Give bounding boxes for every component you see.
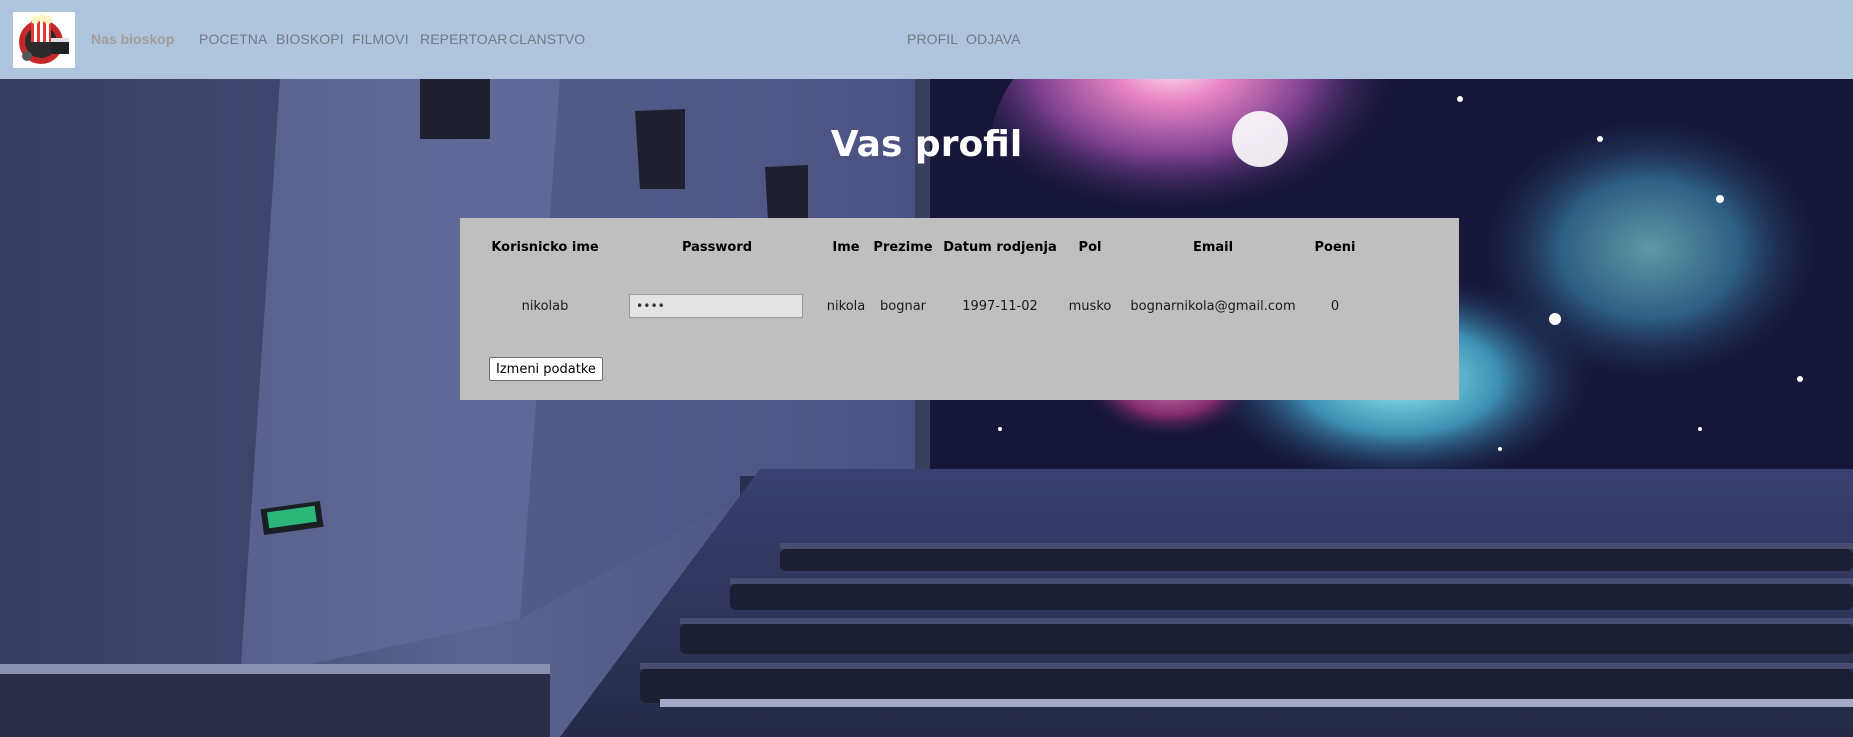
cinema-logo-icon[interactable]	[13, 12, 75, 68]
header-poeni: Poeni	[1314, 240, 1356, 255]
header-prezime: Prezime	[873, 240, 933, 255]
cell-username: nikolab	[521, 299, 569, 314]
nav-link-clanstvo[interactable]: CLANSTVO	[509, 31, 585, 47]
cell-datum-rodjenja: 1997-11-02	[962, 299, 1038, 314]
nav-link-filmovi[interactable]: FILMOVI	[352, 31, 409, 47]
brand-name[interactable]: Nas bioskop	[91, 31, 174, 47]
header-datum-rodjenja: Datum rodjenja	[943, 240, 1057, 255]
top-navbar: Nas bioskop POCETNA BIOSKOPI FILMOVI REP…	[0, 0, 1853, 79]
nav-link-repertoar[interactable]: REPERTOAR	[420, 31, 508, 47]
edit-profile-button[interactable]: Izmeni podatke	[489, 357, 603, 381]
nav-link-odjava[interactable]: ODJAVA	[966, 31, 1021, 47]
cell-poeni: 0	[1330, 299, 1340, 314]
cinema-hall-background: Vas profil	[0, 79, 1853, 737]
header-email: Email	[1192, 240, 1234, 255]
cell-prezime: bognar	[879, 299, 927, 314]
cell-ime: nikola	[826, 299, 866, 314]
cell-email: bognarnikola@gmail.com	[1130, 299, 1296, 314]
cinema-hall-image	[0, 79, 1853, 737]
header-password: Password	[681, 240, 753, 255]
cell-pol: musko	[1068, 299, 1112, 314]
header-pol: Pol	[1078, 240, 1102, 255]
nav-link-bioskopi[interactable]: BIOSKOPI	[276, 31, 344, 47]
header-ime: Ime	[832, 240, 860, 255]
header-korisnicko-ime: Korisnicko ime	[491, 240, 599, 255]
page-title: Vas profil	[830, 124, 1023, 165]
profile-card: Korisnicko ime Password Ime Prezime Datu…	[460, 218, 1459, 400]
password-field[interactable]	[629, 294, 803, 318]
nav-link-profil[interactable]: PROFIL	[907, 31, 958, 47]
nav-link-pocetna[interactable]: POCETNA	[199, 31, 267, 47]
